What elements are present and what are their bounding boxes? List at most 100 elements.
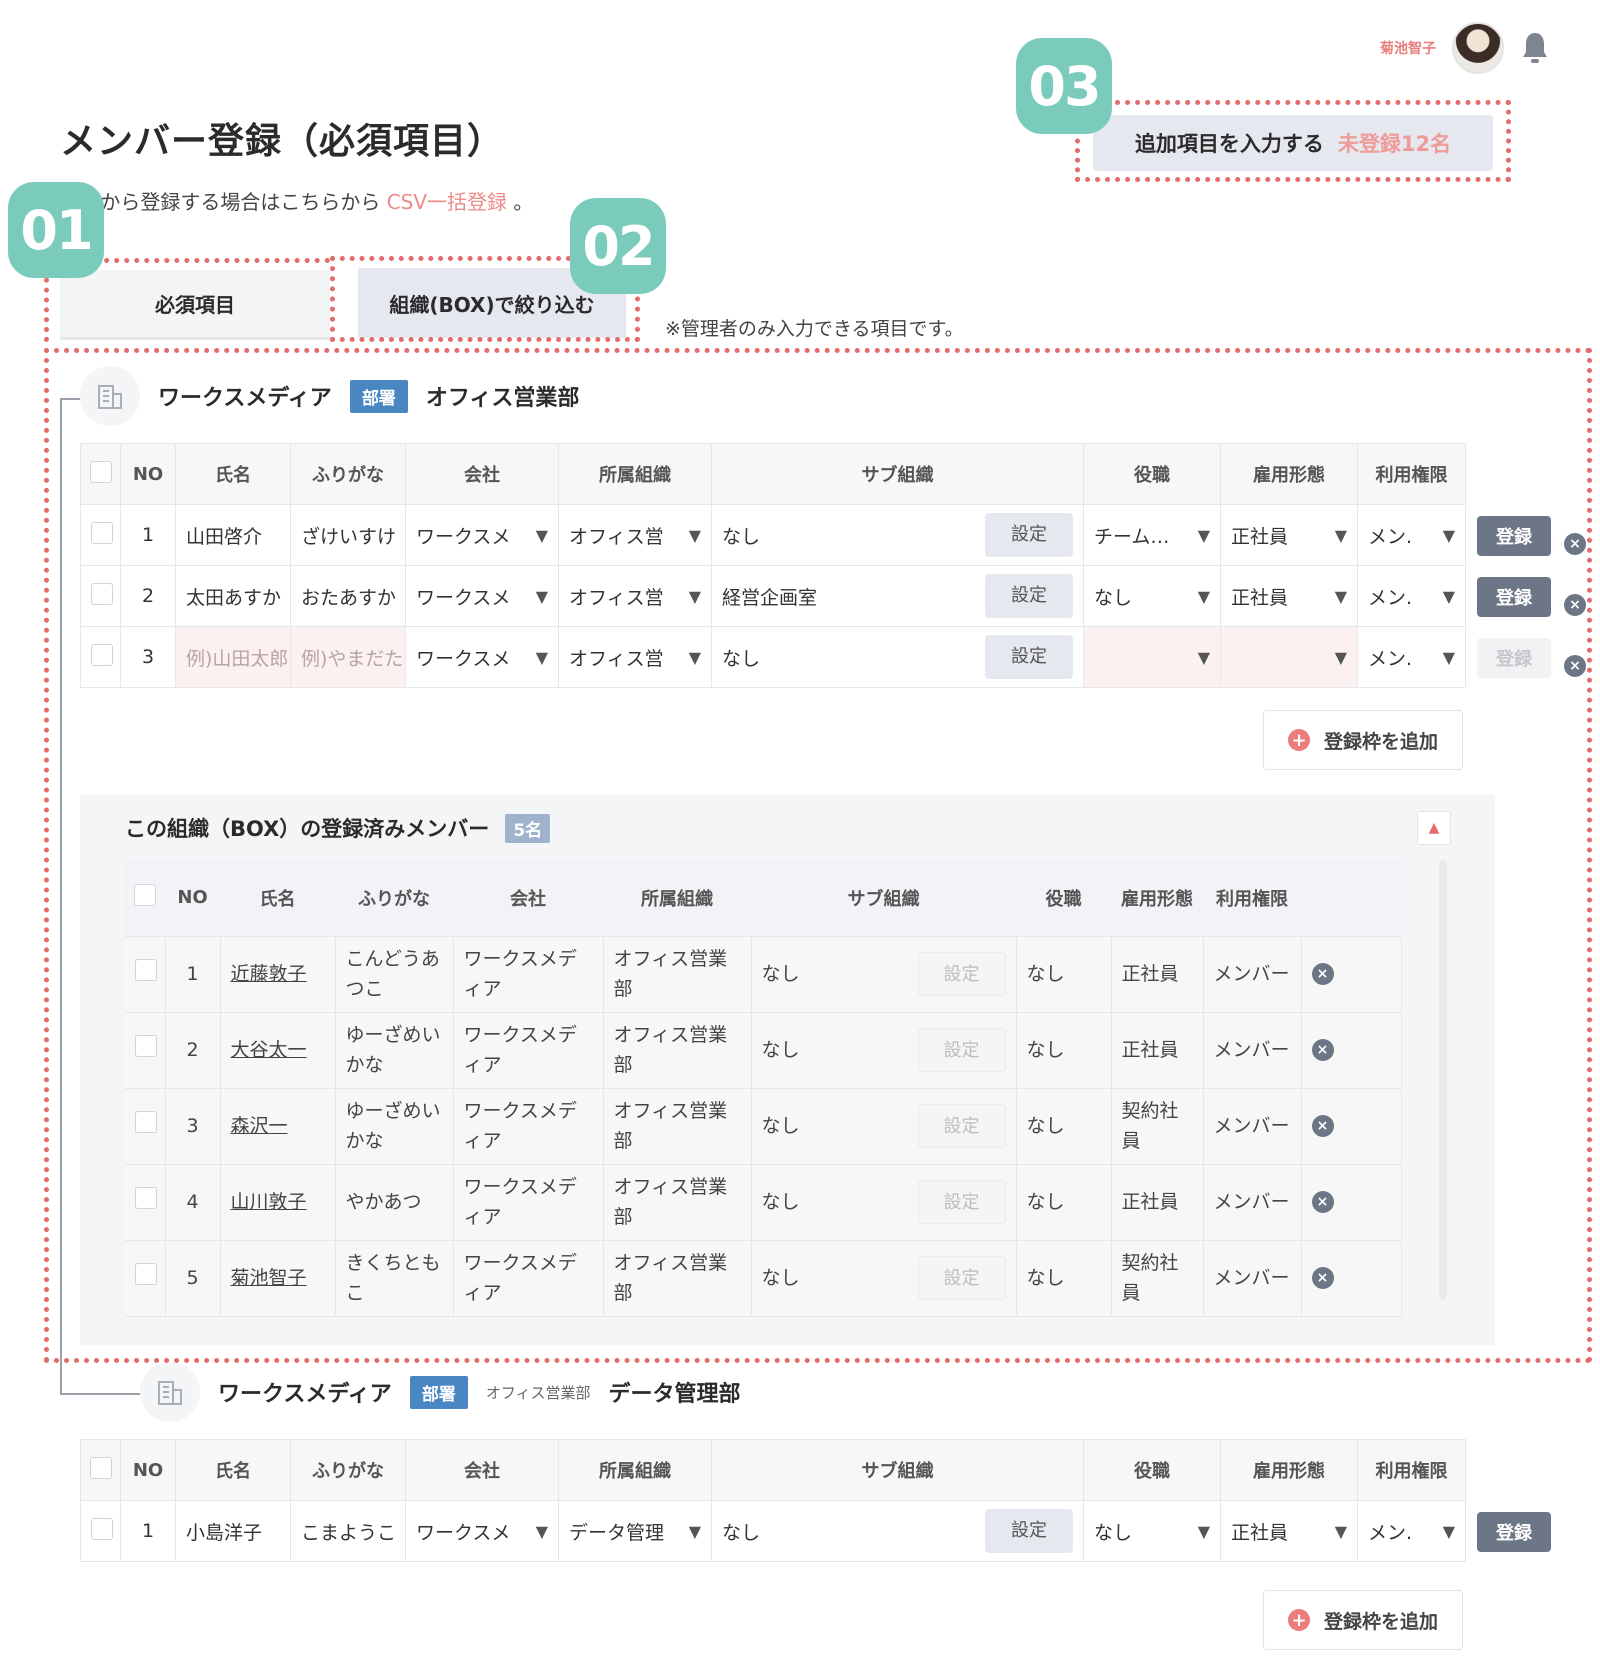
row-checkbox[interactable] xyxy=(125,1088,166,1165)
member-name-link[interactable]: 菊池智子 xyxy=(220,1240,336,1317)
table-header: NO 氏名 ふりがな 会社 所属組織 サブ組織 役職 雇用形態 利用権限 xyxy=(125,860,1401,937)
row-checkbox[interactable] xyxy=(80,626,121,688)
set-button[interactable]: 設定 xyxy=(985,635,1073,679)
org-select[interactable]: オフィス営 ▼ xyxy=(558,626,712,688)
delete-member-icon[interactable]: × xyxy=(1311,1267,1334,1289)
delete-member-icon[interactable]: × xyxy=(1311,1191,1334,1213)
col-header: 氏名 xyxy=(220,860,335,937)
dept-badge: 部署 xyxy=(409,1375,468,1409)
col-header: 雇用形態 xyxy=(1220,443,1358,505)
name-input[interactable]: 小島洋子 xyxy=(175,1500,291,1562)
kana-input[interactable]: こまようこ xyxy=(290,1500,406,1562)
employment-value: 正社員 xyxy=(1231,586,1289,609)
company-select[interactable]: ワークスメ ▼ xyxy=(405,626,559,688)
sub-org-value: なし xyxy=(722,647,761,670)
kana-input[interactable]: おたあすか xyxy=(290,565,406,627)
header-checkbox[interactable] xyxy=(125,860,165,937)
employment-value: 正社員 xyxy=(1231,1521,1289,1544)
employment-select[interactable]: 正社員 ▼ xyxy=(1220,565,1358,627)
name-input[interactable]: 例)山田太郎 xyxy=(175,626,291,688)
col-header: ふりがな xyxy=(290,1439,406,1501)
employment-select[interactable]: 正社員 ▼ xyxy=(1220,1500,1358,1562)
add-slot-button[interactable]: + 登録枠を追加 xyxy=(1263,1590,1463,1650)
csv-prefix: CSVから登録する場合はこちらから xyxy=(60,190,381,214)
org-select[interactable]: オフィス営 ▼ xyxy=(558,565,712,627)
delete-member-icon[interactable]: × xyxy=(1311,1039,1334,1061)
permission-select[interactable]: メン. ▼ xyxy=(1357,1500,1466,1562)
company-select[interactable]: ワークスメ ▼ xyxy=(405,565,559,627)
row-checkbox[interactable] xyxy=(125,1240,166,1317)
employment-select[interactable]: ▼ xyxy=(1220,626,1358,688)
member-company: ワークスメディア xyxy=(453,1240,604,1317)
parent-dept: オフィス営業部 xyxy=(485,1383,591,1402)
scrollbar[interactable] xyxy=(1439,860,1447,1300)
kana-input[interactable]: ざけいすけ xyxy=(290,504,406,566)
group-dept: オフィス営業部 xyxy=(425,386,580,411)
set-button[interactable]: 設定 xyxy=(985,574,1073,618)
permission-select[interactable]: メン. ▼ xyxy=(1357,565,1466,627)
row-checkbox[interactable] xyxy=(125,1164,166,1241)
set-button-disabled: 設定 xyxy=(917,1256,1006,1300)
csv-bulk-link[interactable]: CSV一括登録 xyxy=(387,190,507,214)
set-button[interactable]: 設定 xyxy=(985,513,1073,557)
name-input[interactable]: 山田啓介 xyxy=(175,504,291,566)
title-select[interactable]: チーム… ▼ xyxy=(1083,504,1221,566)
row-checkbox[interactable] xyxy=(125,1012,166,1089)
caret-down-icon: ▼ xyxy=(1334,525,1347,545)
register-button-disabled[interactable]: 登録 xyxy=(1477,638,1551,678)
collapse-button[interactable]: ▲ xyxy=(1417,811,1451,845)
member-name-link[interactable]: 大谷太一 xyxy=(220,1012,336,1089)
tab-required[interactable]: 必須項目 xyxy=(60,270,330,340)
row-checkbox[interactable] xyxy=(125,936,166,1013)
tree-branch xyxy=(60,398,80,400)
caret-down-icon: ▼ xyxy=(688,525,701,545)
register-button[interactable]: 登録 xyxy=(1477,577,1551,617)
row-checkbox[interactable] xyxy=(80,504,121,566)
additional-items-button[interactable]: 追加項目を入力する 未登録12名 xyxy=(1093,115,1493,171)
members-title: この組織（BOX）の登録済みメンバー 5名 xyxy=(125,813,551,843)
company-select[interactable]: ワークスメ ▼ xyxy=(405,1500,559,1562)
org-select[interactable]: オフィス営 ▼ xyxy=(558,504,712,566)
group-dept: データ管理部 xyxy=(608,1382,741,1407)
col-header: NO xyxy=(165,860,220,937)
delete-row-icon[interactable]: × xyxy=(1564,655,1586,677)
title-select[interactable]: なし ▼ xyxy=(1083,1500,1221,1562)
member-name-link[interactable]: 森沢一 xyxy=(220,1088,336,1165)
register-button[interactable]: 登録 xyxy=(1477,516,1551,556)
org-select[interactable]: データ管理 ▼ xyxy=(558,1500,712,1562)
admin-note: ※管理者のみ入力できる項目です。 xyxy=(665,318,964,340)
permission-select[interactable]: メン. ▼ xyxy=(1357,626,1466,688)
unregistered-count: 未登録12名 xyxy=(1337,132,1452,156)
members-title-text: この組織（BOX）の登録済みメンバー xyxy=(125,817,490,841)
set-button[interactable]: 設定 xyxy=(985,1509,1073,1553)
member-name-link[interactable]: 山川敦子 xyxy=(220,1164,336,1241)
add-slot-button[interactable]: + 登録枠を追加 xyxy=(1263,710,1463,770)
permission-select[interactable]: メン. ▼ xyxy=(1357,504,1466,566)
delete-row-icon[interactable]: × xyxy=(1564,533,1586,555)
bell-icon[interactable] xyxy=(1520,30,1550,66)
name-input[interactable]: 太田あすか xyxy=(175,565,291,627)
user-avatar[interactable] xyxy=(1452,22,1504,74)
row-checkbox[interactable] xyxy=(80,565,121,627)
caret-down-icon: ▼ xyxy=(688,647,701,667)
sub-org-cell: 経営企画室 設定 xyxy=(711,565,1084,627)
kana-input[interactable]: 例)やまだた xyxy=(290,626,406,688)
row-checkbox[interactable] xyxy=(80,1500,121,1562)
register-button[interactable]: 登録 xyxy=(1477,1512,1551,1552)
title-select[interactable]: ▼ xyxy=(1083,626,1221,688)
delete-member-icon[interactable]: × xyxy=(1311,963,1334,985)
member-permission: メンバー xyxy=(1203,1240,1302,1317)
title-select[interactable]: なし ▼ xyxy=(1083,565,1221,627)
member-count-badge: 5名 xyxy=(505,813,551,843)
registration-table: NO 氏名 ふりがな 会社 所属組織 サブ組織 役職 雇用形態 利用権限 1 小… xyxy=(80,1439,1466,1562)
delete-row-icon[interactable]: × xyxy=(1564,594,1586,616)
col-header: 所属組織 xyxy=(558,443,712,505)
company-select[interactable]: ワークスメ ▼ xyxy=(405,504,559,566)
header-checkbox[interactable] xyxy=(80,1439,121,1501)
header-checkbox[interactable] xyxy=(80,443,121,505)
col-header: 氏名 xyxy=(175,443,291,505)
member-name-link[interactable]: 近藤敦子 xyxy=(220,936,336,1013)
delete-member-icon[interactable]: × xyxy=(1311,1115,1334,1137)
employment-select[interactable]: 正社員 ▼ xyxy=(1220,504,1358,566)
user-name[interactable]: 菊池智子 xyxy=(1380,38,1436,58)
